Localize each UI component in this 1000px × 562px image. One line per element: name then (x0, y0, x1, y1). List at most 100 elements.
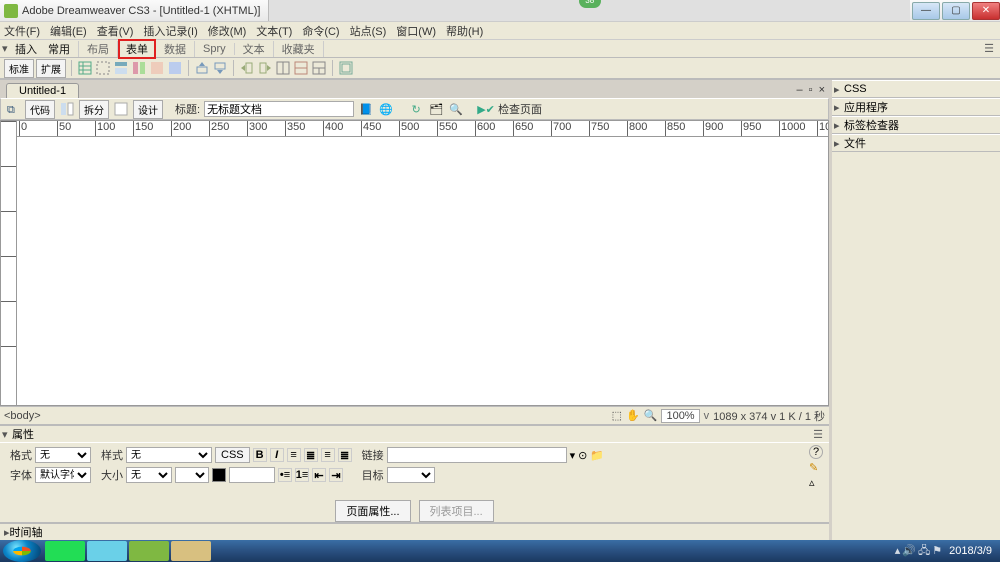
expand-button[interactable]: 扩展 (36, 59, 66, 78)
minimize-button[interactable]: — (912, 2, 940, 20)
close-button[interactable]: ✕ (972, 2, 1000, 20)
taskbar-item-dreamweaver[interactable] (129, 541, 169, 561)
book-icon[interactable]: 📘 (358, 101, 374, 117)
panel-应用程序[interactable]: ▸应用程序 (832, 98, 1000, 116)
quick-tag-icon[interactable]: ✎ (809, 461, 823, 474)
align-center-button[interactable]: ≣ (304, 448, 318, 462)
div-icon[interactable] (95, 60, 111, 76)
preview-icon[interactable]: 🔍 (448, 101, 464, 117)
panel-文件[interactable]: ▸文件 (832, 134, 1000, 152)
outdent-button[interactable]: ⇤ (312, 468, 326, 482)
start-button[interactable] (3, 540, 41, 562)
insert-tab-3[interactable]: 数据 (156, 41, 195, 57)
zoom-tool-icon[interactable]: 🔍 (644, 409, 658, 422)
link-dropdown-icon[interactable]: ▾ (570, 449, 576, 462)
standard-button[interactable]: 标准 (4, 59, 34, 78)
validate-icon[interactable]: ▶✔ (478, 101, 494, 117)
align-justify-button[interactable]: ≣ (338, 448, 352, 462)
layout4-icon[interactable] (167, 60, 183, 76)
menu-文本t[interactable]: 文本(T) (256, 23, 292, 39)
collapse-arrow-icon[interactable]: ▾ (0, 428, 12, 441)
insert-tab-1[interactable]: 布局 (79, 41, 118, 57)
zoom-value[interactable]: 100% (661, 409, 699, 423)
tag-selector[interactable]: <body> (4, 410, 41, 422)
layout2-icon[interactable] (131, 60, 147, 76)
globe-icon[interactable]: 🌐 (378, 101, 394, 117)
design-view-button[interactable]: 设计 (133, 100, 163, 119)
size-select[interactable]: 无 (126, 467, 172, 483)
bold-button[interactable]: B (253, 448, 267, 462)
row-below-icon[interactable] (212, 60, 228, 76)
doc-restore-icon[interactable]: ▫ (809, 84, 813, 96)
menu-文件f[interactable]: 文件(F) (4, 23, 40, 39)
page-properties-button[interactable]: 页面属性... (335, 500, 410, 522)
align-left-button[interactable]: ≡ (287, 448, 301, 462)
iframe-icon[interactable] (338, 60, 354, 76)
properties-header[interactable]: ▾ 属性 ☰ (0, 424, 829, 442)
window-size-readout[interactable]: 1089 x 374 v 1 K / 1 秒 (713, 408, 825, 424)
clock-date[interactable]: 2018/3/9 (949, 545, 992, 557)
table-icon[interactable] (77, 60, 93, 76)
insert-menu-icon[interactable]: ☰ (984, 42, 1000, 55)
code-view-icon[interactable]: ⧉ (5, 101, 21, 117)
menu-窗口w[interactable]: 窗口(W) (396, 23, 436, 39)
panel-标签检查器[interactable]: ▸标签检查器 (832, 116, 1000, 134)
file-mgmt-icon[interactable]: 🗂 (428, 101, 444, 117)
design-canvas[interactable] (17, 137, 828, 405)
align-right-button[interactable]: ≡ (321, 448, 335, 462)
insert-tab-2[interactable]: 表单 (118, 39, 156, 59)
doc-close-icon[interactable]: × (819, 84, 825, 96)
layout3-icon[interactable] (149, 60, 165, 76)
col-left-icon[interactable] (239, 60, 255, 76)
size-unit-select[interactable] (175, 467, 209, 483)
taskbar-item-explorer[interactable] (87, 541, 127, 561)
menu-帮助h[interactable]: 帮助(H) (446, 23, 483, 39)
frames-icon[interactable] (275, 60, 291, 76)
color-input[interactable] (229, 467, 275, 483)
tray-icons[interactable]: ▴🔊🖧⚑ (894, 542, 943, 561)
hand-tool-icon[interactable]: ✋ (626, 409, 640, 422)
tabular-icon[interactable] (293, 60, 309, 76)
insert-tab-6[interactable]: 收藏夹 (274, 41, 324, 57)
frameset-icon[interactable] (311, 60, 327, 76)
maximize-button[interactable]: ▢ (942, 2, 970, 20)
indent-button[interactable]: ⇥ (329, 468, 343, 482)
style-select[interactable]: 无 (126, 447, 212, 463)
layout-icon[interactable] (113, 60, 129, 76)
italic-button[interactable]: I (270, 448, 284, 462)
link-input[interactable] (387, 447, 567, 463)
document-tab[interactable]: Untitled-1 (6, 83, 79, 98)
select-tool-icon[interactable]: ⬚ (612, 409, 622, 422)
page-title-input[interactable] (204, 101, 354, 117)
help-icon[interactable]: ? (809, 445, 823, 459)
ul-button[interactable]: •≡ (278, 468, 292, 482)
refresh-icon[interactable]: ↻ (408, 101, 424, 117)
color-swatch[interactable] (212, 468, 226, 482)
row-above-icon[interactable] (194, 60, 210, 76)
doc-minimize-icon[interactable]: – (797, 84, 803, 96)
font-select[interactable]: 默认字体 (35, 467, 91, 483)
timeline-panel-header[interactable]: ▸ 时间轴 (0, 522, 829, 540)
point-to-file-icon[interactable]: ⊙ (578, 449, 587, 462)
col-right-icon[interactable] (257, 60, 273, 76)
insert-tab-0[interactable]: 常用 (40, 41, 79, 57)
code-view-button[interactable]: 代码 (25, 100, 55, 119)
insert-tab-5[interactable]: 文本 (235, 41, 274, 57)
taskbar-item-ie[interactable] (45, 541, 85, 561)
format-select[interactable]: 无 (35, 447, 91, 463)
split-view-button[interactable]: 拆分 (79, 100, 109, 119)
ol-button[interactable]: 1≡ (295, 468, 309, 482)
browse-folder-icon[interactable]: 📁 (590, 449, 604, 462)
design-view-icon[interactable] (113, 101, 129, 117)
menu-修改m[interactable]: 修改(M) (208, 23, 247, 39)
properties-menu-icon[interactable]: ☰ (813, 428, 829, 441)
menu-编辑e[interactable]: 编辑(E) (50, 23, 87, 39)
menu-站点s[interactable]: 站点(S) (350, 23, 387, 39)
target-select[interactable] (387, 467, 435, 483)
taskbar-item-paint[interactable] (171, 541, 211, 561)
menu-查看v[interactable]: 查看(V) (97, 23, 134, 39)
split-view-icon[interactable] (59, 101, 75, 117)
collapse-down-icon[interactable]: ▵ (809, 476, 823, 489)
collapse-arrow-icon[interactable]: ▾ (0, 42, 12, 55)
css-button[interactable]: CSS (215, 447, 250, 463)
